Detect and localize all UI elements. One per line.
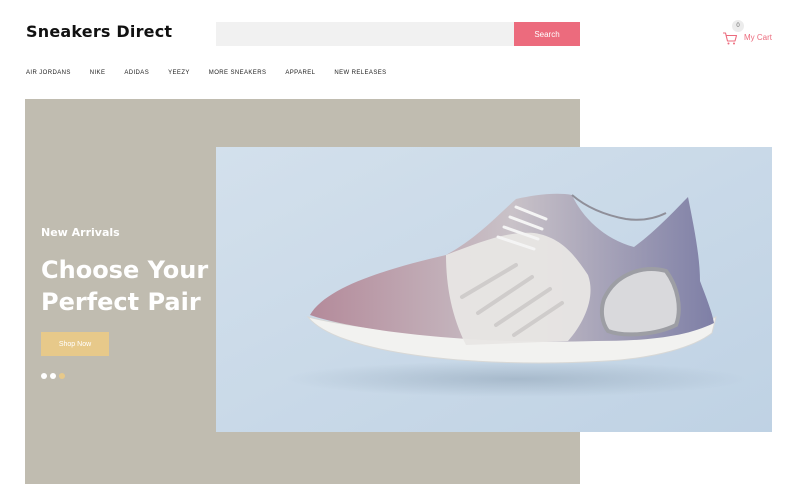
nav-item-adidas[interactable]: ADIDAS (124, 70, 149, 76)
site-logo[interactable]: Sneakers Direct (26, 22, 172, 41)
slider-dots (41, 373, 65, 379)
nav-item-apparel[interactable]: APPAREL (285, 70, 315, 76)
nav-item-more-sneakers[interactable]: MORE SNEAKERS (209, 70, 267, 76)
hero-title-line-1: Choose Your (41, 256, 209, 284)
nav-item-yeezy[interactable]: YEEZY (168, 70, 190, 76)
hero-title: Choose Your Perfect Pair (41, 254, 208, 318)
slider-dot-1[interactable] (41, 373, 47, 379)
nav-item-new-releases[interactable]: NEW RELEASES (334, 70, 386, 76)
slider-dot-2[interactable] (50, 373, 56, 379)
cart-link[interactable]: 0 My Cart (722, 20, 782, 50)
search-button[interactable]: Search (514, 22, 580, 46)
main-nav: AIR JORDANS NIKE ADIDAS YEEZY MORE SNEAK… (26, 70, 406, 76)
shop-now-button[interactable]: Shop Now (41, 332, 109, 356)
hero-sneaker-image (216, 147, 772, 432)
slider-dot-3[interactable] (59, 373, 65, 379)
sneaker-photo (216, 147, 772, 432)
search-input[interactable] (216, 22, 514, 46)
cart-icon (723, 32, 738, 45)
hero-subtitle: New Arrivals (41, 226, 120, 239)
nav-item-nike[interactable]: NIKE (90, 70, 106, 76)
nav-item-air-jordans[interactable]: AIR JORDANS (26, 70, 71, 76)
hero-title-line-2: Perfect Pair (41, 288, 201, 316)
cart-label: My Cart (744, 33, 772, 42)
search-bar: Search (216, 22, 580, 46)
